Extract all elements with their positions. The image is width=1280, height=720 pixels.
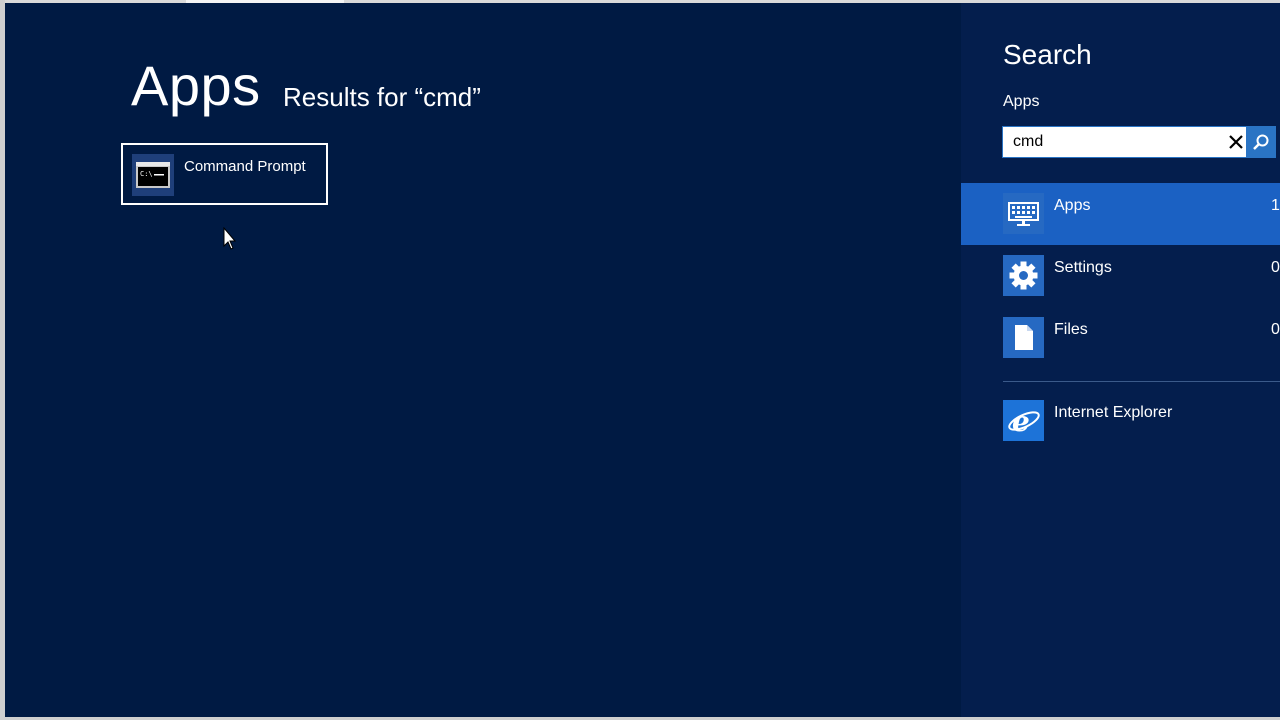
search-input[interactable] [1003, 127, 1231, 157]
svg-text:e: e [1012, 405, 1030, 438]
file-icon [1003, 317, 1044, 358]
command-prompt-icon: C:\ [132, 154, 174, 196]
start-screen: Apps Results for “cmd” C:\ Command Promp… [5, 3, 1280, 717]
search-pane-title: Search [1003, 39, 1092, 70]
search-icon [1253, 134, 1269, 150]
divider [1003, 381, 1280, 382]
scope-files[interactable]: Files 0 [961, 307, 1280, 369]
scope-apps[interactable]: Apps 1 [961, 183, 1280, 245]
search-pane: Search Apps cmd Apps 1 Settings 0 Files … [961, 3, 1280, 717]
settings-gear-icon [1003, 255, 1044, 296]
close-icon [1229, 135, 1243, 149]
search-button[interactable] [1246, 127, 1276, 157]
scope-label: Apps [1054, 197, 1091, 214]
app-label: Internet Explorer [1054, 404, 1173, 421]
apps-keyboard-icon [1003, 193, 1044, 234]
scope-count: 1 [1271, 197, 1280, 214]
result-tile-command-prompt[interactable]: C:\ Command Prompt [121, 143, 328, 205]
app-internet-explorer[interactable]: e Internet Explorer [961, 390, 1280, 452]
scope-count: 0 [1271, 259, 1280, 276]
search-scope-label: Apps [1003, 93, 1040, 110]
scope-label: Settings [1054, 259, 1112, 276]
scope-count: 0 [1271, 321, 1280, 338]
mouse-cursor-icon [223, 227, 237, 250]
scope-settings[interactable]: Settings 0 [961, 245, 1280, 307]
scope-label: Files [1054, 321, 1088, 338]
internet-explorer-icon: e [1003, 400, 1044, 441]
page-title: Apps [131, 54, 261, 117]
result-label: Command Prompt [184, 158, 306, 175]
results-for-label: Results for “cmd” [283, 82, 481, 112]
search-box [1002, 126, 1276, 158]
svg-text:C:\: C:\ [140, 170, 153, 178]
